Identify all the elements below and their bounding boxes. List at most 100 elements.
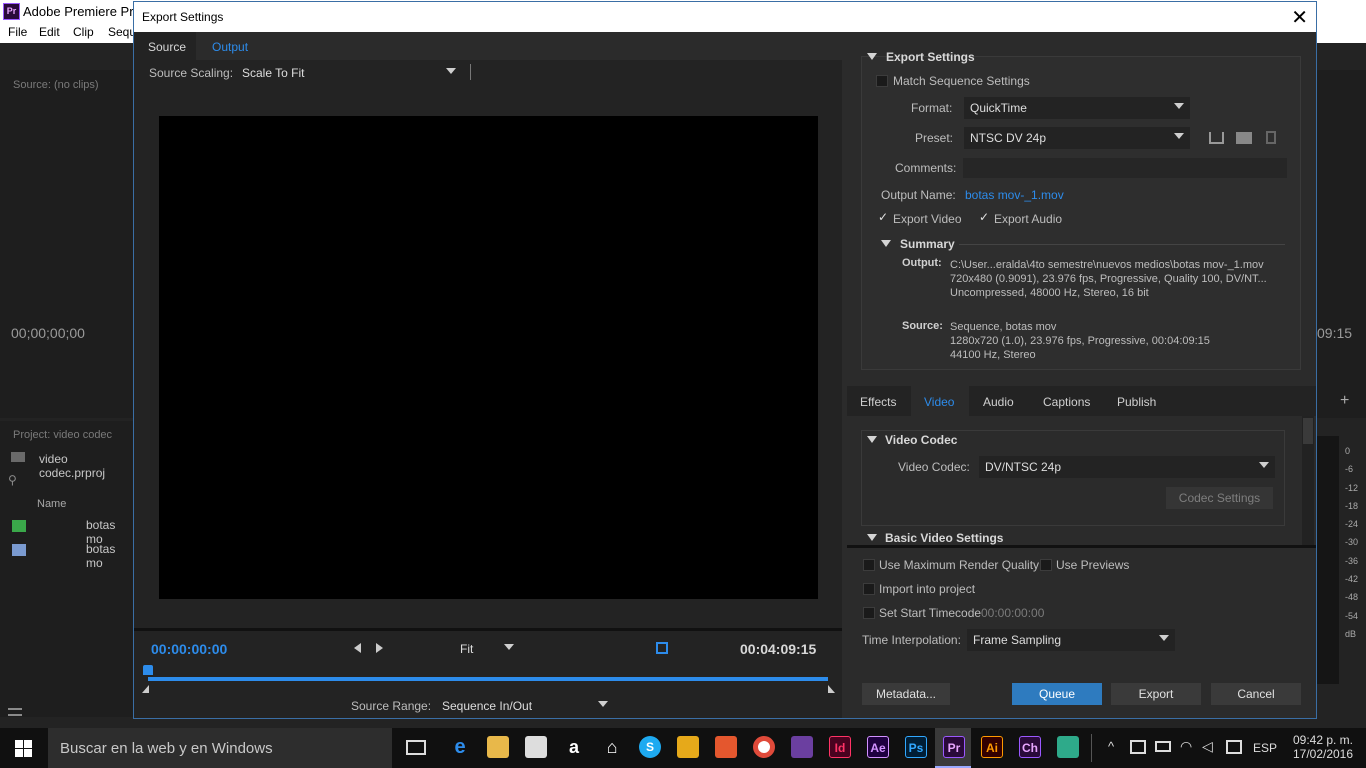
time-interpolation-dropdown[interactable]: Frame Sampling	[967, 629, 1175, 651]
set-out-point-icon[interactable]	[376, 643, 383, 653]
source-monitor-panel: Source: (no clips) 00;00;00;00	[0, 70, 133, 418]
close-icon[interactable]: ✕	[1291, 5, 1308, 30]
menu-clip[interactable]: Clip	[73, 25, 94, 39]
list-view-icon[interactable]	[8, 708, 22, 716]
collapse-triangle-icon[interactable]	[867, 534, 877, 541]
preview-pane: Source Output Source Scaling: Scale To F…	[134, 32, 842, 718]
import-preset-icon[interactable]	[1236, 132, 1252, 144]
windows-start-icon[interactable]	[15, 740, 33, 757]
source-output-tabs: Source Output	[134, 32, 842, 60]
battery-icon[interactable]	[1155, 741, 1171, 752]
match-sequence-checkbox[interactable]	[876, 75, 888, 87]
current-timecode[interactable]: 00:00:00:00	[151, 641, 227, 657]
label-color-blue	[12, 544, 26, 556]
home-icon[interactable]: ⌂	[601, 736, 623, 758]
source-range-label: Source Range:	[351, 699, 432, 713]
tab-captions[interactable]: Captions	[1043, 395, 1090, 409]
video-codec-dropdown[interactable]: DV/NTSC 24p	[979, 456, 1275, 478]
use-previews-checkbox[interactable]	[1040, 559, 1052, 571]
playhead-handle[interactable]	[143, 665, 153, 675]
cancel-button[interactable]: Cancel	[1211, 683, 1301, 705]
queue-button[interactable]: Queue	[1012, 683, 1102, 705]
taskbar-scroll-icon[interactable]	[1091, 734, 1101, 762]
menu-sequence[interactable]: Sequ	[108, 25, 136, 39]
tab-video[interactable]: Video	[924, 395, 954, 409]
scrollbar-thumb[interactable]	[1303, 418, 1313, 444]
export-button[interactable]: Export	[1111, 683, 1201, 705]
skype-icon[interactable]: S	[639, 736, 661, 758]
task-view-icon[interactable]	[406, 740, 426, 755]
tab-source[interactable]: Source	[148, 40, 186, 54]
max-render-checkbox[interactable]	[863, 559, 875, 571]
project-panel-title: Project: video codec	[13, 429, 113, 441]
language-indicator[interactable]: ESP	[1253, 741, 1277, 755]
aspect-ratio-icon[interactable]	[656, 642, 668, 654]
tab-effects[interactable]: Effects	[860, 395, 896, 409]
save-preset-icon[interactable]	[1209, 132, 1224, 144]
audio-meter: 0 -6 -12 -18 -24 -30 -36 -42 -48 -54 dB	[1317, 436, 1366, 684]
preset-dropdown[interactable]: NTSC DV 24p	[964, 127, 1190, 149]
character-animator-icon[interactable]: Ch	[1019, 736, 1041, 758]
name-column-header[interactable]: Name	[37, 498, 66, 510]
store-icon[interactable]	[525, 736, 547, 758]
chevron-down-icon	[446, 68, 456, 74]
clock[interactable]: 09:42 p. m. 17/02/2016	[1290, 733, 1356, 761]
menu-edit[interactable]: Edit	[39, 25, 60, 39]
comments-field[interactable]	[963, 158, 1287, 178]
summary-output-line: 720x480 (0.9091), 23.976 fps, Progressiv…	[950, 273, 1267, 285]
tab-output[interactable]: Output	[212, 40, 248, 54]
export-video-checkbox[interactable]	[877, 210, 889, 225]
meter-tick: -36	[1345, 555, 1359, 566]
source-scaling-dropdown[interactable]: Scale To Fit	[236, 62, 462, 84]
start-timecode-checkbox[interactable]	[863, 607, 875, 619]
onenote-icon[interactable]	[791, 736, 813, 758]
collapse-triangle-icon[interactable]	[881, 240, 891, 247]
format-dropdown[interactable]: QuickTime	[964, 97, 1190, 119]
import-project-checkbox[interactable]	[863, 583, 875, 595]
tab-audio[interactable]: Audio	[983, 395, 1014, 409]
out-point-marker[interactable]	[828, 685, 835, 693]
amazon-icon[interactable]: a	[563, 736, 585, 758]
security-icon[interactable]	[1130, 740, 1146, 754]
search-box[interactable]: Buscar en la web y en Windows	[48, 728, 392, 768]
in-point-marker[interactable]	[142, 685, 149, 693]
settings-scrollbar[interactable]	[1302, 416, 1314, 546]
meter-tick: 0	[1345, 446, 1351, 456]
add-icon[interactable]: +	[1340, 392, 1349, 410]
edge-icon[interactable]: e	[449, 736, 471, 758]
set-in-point-icon[interactable]	[354, 643, 361, 653]
meter-tick: -54	[1345, 610, 1359, 621]
tab-publish[interactable]: Publish	[1117, 395, 1156, 409]
collapse-triangle-icon[interactable]	[867, 53, 877, 60]
delete-preset-icon[interactable]	[1266, 131, 1276, 144]
video-codec-label: Video Codec:	[898, 460, 970, 474]
output-name-link[interactable]: botas mov-_1.mov	[965, 188, 1064, 202]
illustrator-icon[interactable]: Ai	[981, 736, 1003, 758]
indesign-icon[interactable]: Id	[829, 736, 851, 758]
export-audio-checkbox[interactable]	[978, 210, 990, 225]
menu-file[interactable]: File	[8, 25, 27, 39]
file-explorer-icon[interactable]	[487, 736, 509, 758]
photos-icon[interactable]	[715, 736, 737, 758]
after-effects-icon[interactable]: Ae	[867, 736, 889, 758]
action-center-icon[interactable]	[1226, 740, 1242, 754]
premiere-icon[interactable]: Pr	[943, 736, 965, 758]
zoom-dropdown[interactable]: Fit	[454, 638, 520, 660]
wifi-icon[interactable]: ◠	[1180, 738, 1192, 755]
volume-icon[interactable]: ◁	[1202, 738, 1213, 755]
metadata-button[interactable]: Metadata...	[862, 683, 950, 705]
timeline-scrubber[interactable]	[148, 677, 828, 681]
project-item-clip[interactable]: botas mo	[86, 542, 133, 570]
photoshop-icon[interactable]: Ps	[905, 736, 927, 758]
codec-settings-button[interactable]: Codec Settings	[1166, 487, 1273, 509]
app-icon[interactable]	[677, 736, 699, 758]
start-timecode-value[interactable]: 00:00:00:00	[981, 606, 1044, 620]
meter-tick: -42	[1345, 574, 1359, 585]
meter-tick: -24	[1345, 519, 1359, 530]
source-range-dropdown[interactable]: Sequence In/Out	[436, 695, 614, 717]
collapse-triangle-icon[interactable]	[867, 436, 877, 443]
app-icon[interactable]	[1057, 736, 1079, 758]
chevron-up-icon[interactable]: ^	[1108, 739, 1114, 754]
search-icon[interactable]: ⚲	[8, 473, 17, 487]
chrome-icon[interactable]	[753, 736, 775, 758]
